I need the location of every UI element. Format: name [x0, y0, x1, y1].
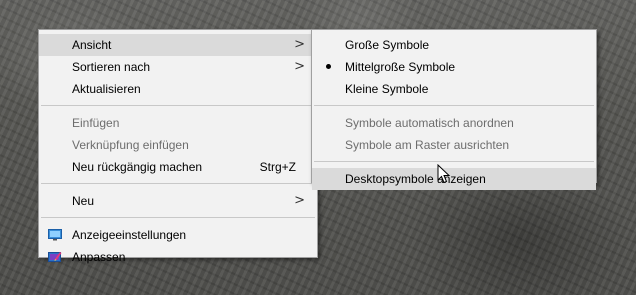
- menu-item-label: Mittelgroße Symbole: [345, 60, 456, 74]
- menu-item-label: Verknüpfung einfügen: [72, 138, 189, 152]
- menu-item-label: Neu rückgängig machen: [72, 160, 203, 174]
- menu-item-ansicht[interactable]: Ansicht >: [39, 34, 317, 56]
- submenu-item-mittelgrosse-symbole[interactable]: Mittelgroße Symbole: [312, 56, 596, 78]
- menu-item-verknuepfung-einfuegen[interactable]: Verknüpfung einfügen: [39, 134, 317, 156]
- shortcut-label: Strg+Z: [259, 160, 296, 174]
- submenu-item-automatisch-anordnen[interactable]: Symbole automatisch anordnen: [312, 112, 596, 134]
- menu-item-label: Ansicht: [72, 38, 112, 52]
- menu-item-label: Sortieren nach: [72, 60, 151, 74]
- menu-item-label: Aktualisieren: [72, 82, 141, 96]
- menu-separator: [41, 217, 315, 218]
- menu-item-label: Desktopsymbole anzeigen: [345, 172, 486, 186]
- menu-item-aktualisieren[interactable]: Aktualisieren: [39, 78, 317, 100]
- personalize-icon: [48, 252, 62, 262]
- submenu-item-grosse-symbole[interactable]: Große Symbole: [312, 34, 596, 56]
- menu-separator: [314, 105, 594, 106]
- menu-item-anpassen[interactable]: Anpassen: [39, 246, 317, 268]
- submenu-item-kleine-symbole[interactable]: Kleine Symbole: [312, 78, 596, 100]
- menu-separator: [314, 161, 594, 162]
- context-menu: Ansicht > Sortieren nach > Aktualisieren…: [38, 29, 318, 264]
- menu-item-label: Anzeigeeinstellungen: [72, 228, 187, 242]
- submenu-item-desktopsymbole-anzeigen[interactable]: Desktopsymbole anzeigen: [312, 168, 596, 190]
- mouse-pointer-icon: [437, 164, 451, 184]
- menu-separator: [41, 105, 315, 106]
- submenu-arrow-icon: >: [294, 193, 305, 208]
- menu-item-label: Kleine Symbole: [345, 82, 429, 96]
- menu-item-neu-rueckgaengig[interactable]: Neu rückgängig machen Strg+Z: [39, 156, 317, 178]
- display-settings-icon: [48, 229, 62, 241]
- submenu-arrow-icon: >: [294, 37, 305, 52]
- menu-item-neu[interactable]: Neu >: [39, 190, 317, 212]
- menu-item-label: Neu: [72, 194, 95, 208]
- menu-item-label: Einfügen: [72, 116, 120, 130]
- menu-item-label: Anpassen: [72, 250, 126, 264]
- selected-bullet-icon: [326, 64, 331, 69]
- menu-item-label: Symbole am Raster ausrichten: [345, 138, 510, 152]
- submenu-item-am-raster-ausrichten[interactable]: Symbole am Raster ausrichten: [312, 134, 596, 156]
- menu-item-label: Symbole automatisch anordnen: [345, 116, 514, 130]
- ansicht-submenu: Große Symbole Mittelgroße Symbole Kleine…: [311, 29, 597, 190]
- menu-item-einfuegen[interactable]: Einfügen: [39, 112, 317, 134]
- menu-item-anzeigeeinstellungen[interactable]: Anzeigeeinstellungen: [39, 224, 317, 246]
- submenu-arrow-icon: >: [294, 59, 305, 74]
- menu-item-sortieren-nach[interactable]: Sortieren nach >: [39, 56, 317, 78]
- menu-separator: [41, 183, 315, 184]
- menu-item-label: Große Symbole: [345, 38, 430, 52]
